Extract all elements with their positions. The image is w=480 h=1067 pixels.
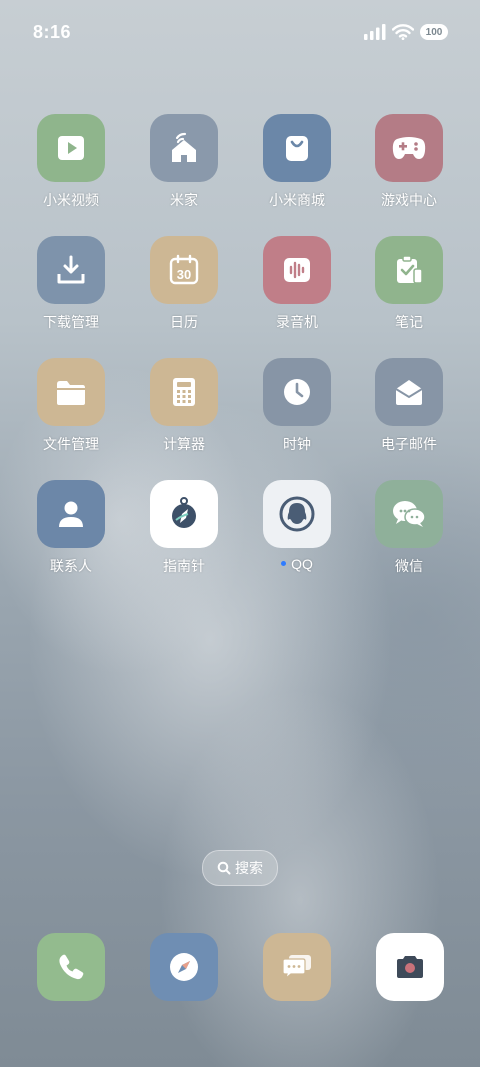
phone-icon [59,954,84,980]
dock-phone[interactable] [37,933,105,1001]
dock-browser[interactable] [150,933,218,1001]
shopping-bag-icon [263,114,331,182]
app-label: 游戏中心 [381,192,437,208]
app-label: 笔记 [395,314,423,330]
app-label-text: QQ [291,556,313,572]
app-downloads[interactable]: 下载管理 [23,236,119,332]
app-recorder[interactable]: 录音机 [249,236,345,332]
mi-video-icon [37,114,105,182]
app-label: 计算器 [163,436,205,452]
battery-icon: 100 [420,24,448,40]
folder-icon [37,358,105,426]
compass-icon [150,480,218,548]
wechat-icon [375,480,443,548]
search-label: 搜索 [235,860,263,876]
app-label: 时钟 [283,436,311,452]
mail-icon [375,358,443,426]
app-game-center[interactable]: 游戏中心 [361,114,457,210]
app-contacts[interactable]: 联系人 [23,480,119,576]
app-email[interactable]: 电子邮件 [361,358,457,454]
dock-camera[interactable] [376,933,444,1001]
app-label: 小米商城 [269,192,325,208]
signal-icon [364,24,386,40]
status-icons: 100 [364,24,448,40]
svg-text:30: 30 [177,267,191,282]
app-label: QQ [249,556,345,572]
app-notes[interactable]: 笔记 [361,236,457,332]
app-label: 小米视频 [43,192,99,208]
app-mi-home[interactable]: 米家 [136,114,232,210]
calendar-icon: 30 [150,236,218,304]
calculator-icon [150,358,218,426]
person-icon [37,480,105,548]
chat-bubbles-icon [282,955,311,980]
app-mi-store[interactable]: 小米商城 [249,114,345,210]
compass-browser-icon [170,953,198,981]
new-install-dot [281,560,287,566]
app-label: 联系人 [50,558,92,574]
app-file-manager[interactable]: 文件管理 [23,358,119,454]
camera-icon [397,956,423,978]
app-calendar[interactable]: 30 日历 [136,236,232,332]
app-label: 微信 [395,558,423,574]
app-wechat[interactable]: 微信 [361,480,457,576]
wifi-icon [392,24,414,40]
app-mi-video[interactable]: 小米视频 [23,114,119,210]
dock-messages[interactable] [263,933,331,1001]
app-label: 电子邮件 [381,436,437,452]
app-clock[interactable]: 时钟 [249,358,345,454]
download-icon [37,236,105,304]
waveform-icon [263,236,331,304]
search-button[interactable]: 搜索 [202,850,278,886]
app-label: 录音机 [276,314,318,330]
search-icon [217,861,231,875]
app-label: 文件管理 [43,436,99,452]
app-label: 日历 [170,314,198,330]
app-calculator[interactable]: 计算器 [136,358,232,454]
app-qq[interactable]: QQ [249,480,345,572]
clock-icon [263,358,331,426]
app-label: 米家 [170,192,198,208]
home-icon [150,114,218,182]
app-label: 下载管理 [43,314,99,330]
app-label: 指南针 [163,558,205,574]
status-time: 8:16 [33,22,72,42]
gamepad-icon [375,114,443,182]
notes-icon [375,236,443,304]
qq-penguin-icon [263,480,331,548]
app-compass[interactable]: 指南针 [136,480,232,576]
status-bar: 8:16 100 [0,22,480,46]
